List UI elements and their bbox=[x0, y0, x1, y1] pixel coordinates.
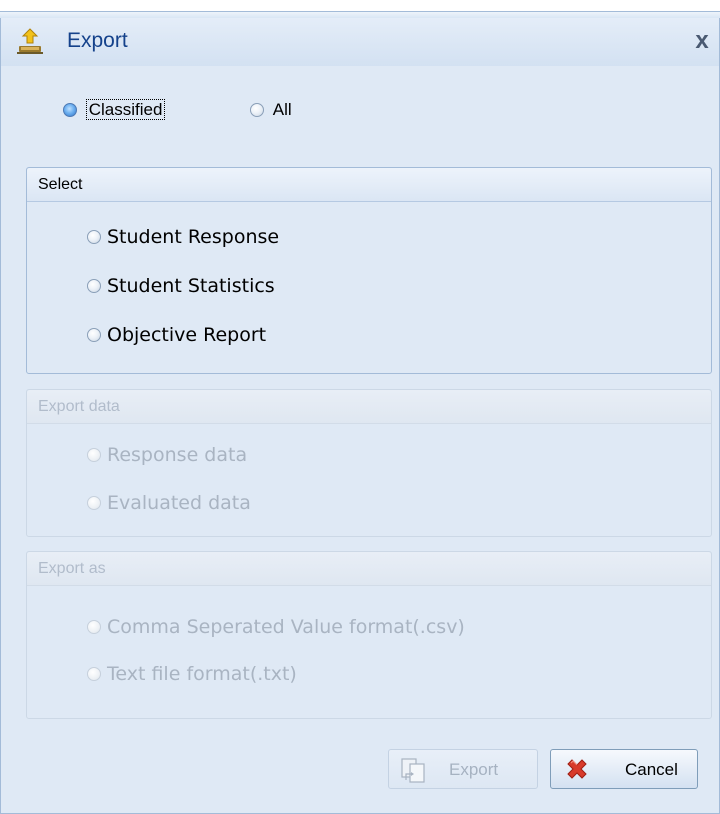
radio-unchecked-icon[interactable] bbox=[87, 327, 101, 342]
select-group-title: Select bbox=[27, 168, 711, 202]
radio-disabled-icon[interactable] bbox=[87, 447, 101, 462]
radio-unchecked-icon[interactable] bbox=[87, 278, 101, 293]
select-group: Select Student Response Student Statisti… bbox=[26, 167, 712, 374]
student-statistics-label: Student Statistics bbox=[107, 274, 275, 297]
radio-unchecked-icon[interactable] bbox=[250, 102, 264, 117]
export-data-group-title: Export data bbox=[27, 390, 711, 424]
objective-report-radio[interactable]: Objective Report bbox=[87, 323, 266, 346]
csv-format-label: Comma Seperated Value format(.csv) bbox=[107, 615, 465, 638]
txt-format-radio[interactable]: Text file format(.txt) bbox=[87, 662, 297, 685]
title-bar[interactable]: Export x bbox=[1, 18, 719, 66]
cancel-button[interactable]: Cancel bbox=[550, 749, 698, 789]
export-as-group-title: Export as bbox=[27, 552, 711, 586]
close-icon[interactable]: x bbox=[689, 26, 715, 56]
export-app-icon bbox=[15, 27, 45, 55]
export-button-label: Export bbox=[449, 760, 499, 779]
dialog-title: Export bbox=[67, 29, 128, 52]
copy-export-icon bbox=[399, 756, 427, 784]
cancel-button-label: Cancel bbox=[625, 760, 678, 779]
objective-report-label: Objective Report bbox=[107, 323, 267, 346]
csv-format-radio[interactable]: Comma Seperated Value format(.csv) bbox=[87, 615, 465, 638]
all-label: All bbox=[272, 99, 292, 119]
radio-disabled-icon[interactable] bbox=[87, 619, 101, 634]
response-data-label: Response data bbox=[107, 443, 248, 466]
radio-disabled-icon[interactable] bbox=[87, 666, 101, 681]
window-top-edge bbox=[0, 0, 720, 18]
radio-unchecked-icon[interactable] bbox=[87, 229, 101, 244]
all-radio[interactable]: All bbox=[250, 99, 292, 123]
txt-format-label: Text file format(.txt) bbox=[107, 662, 297, 685]
classified-radio[interactable]: Classified bbox=[63, 98, 166, 123]
evaluated-data-label: Evaluated data bbox=[107, 491, 251, 514]
radio-checked-icon[interactable] bbox=[63, 102, 77, 117]
export-button[interactable]: Export bbox=[388, 749, 538, 789]
evaluated-data-radio[interactable]: Evaluated data bbox=[87, 491, 251, 514]
student-statistics-radio[interactable]: Student Statistics bbox=[87, 274, 275, 297]
red-x-icon bbox=[563, 756, 591, 784]
export-data-group: Export data Response data Evaluated data bbox=[26, 389, 712, 537]
student-response-label: Student Response bbox=[107, 225, 280, 248]
radio-disabled-icon[interactable] bbox=[87, 495, 101, 510]
export-as-group: Export as Comma Seperated Value format(.… bbox=[26, 551, 712, 719]
classified-label: Classified bbox=[85, 98, 166, 120]
student-response-radio[interactable]: Student Response bbox=[87, 225, 279, 248]
response-data-radio[interactable]: Response data bbox=[87, 443, 247, 466]
